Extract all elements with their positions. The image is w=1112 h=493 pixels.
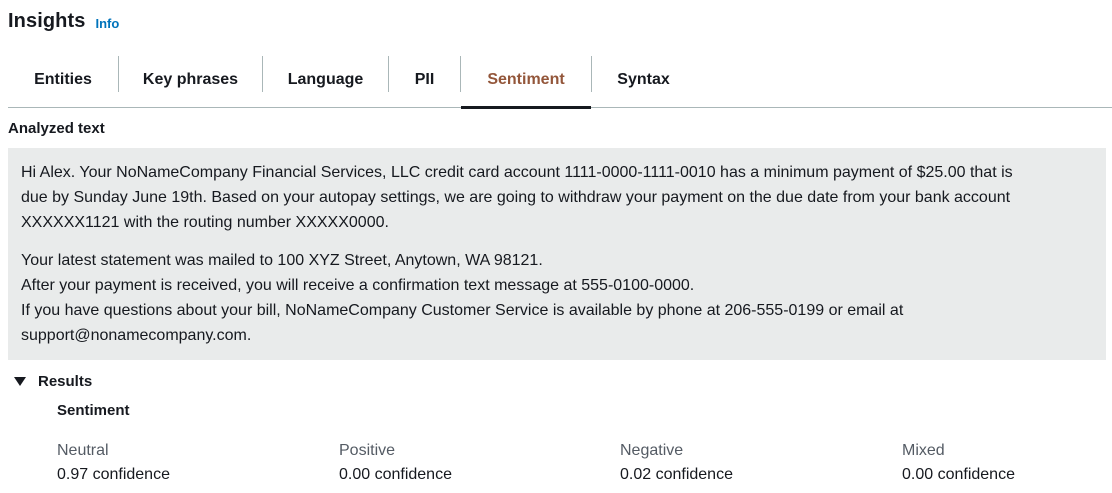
sentiment-heading: Sentiment [57,402,130,419]
caret-down-icon [14,376,26,386]
page-header: Insights Info [0,0,1112,42]
score-label: Mixed [902,442,945,459]
tab-entities[interactable]: Entities [8,52,118,108]
analyzed-line: due by Sunday June 19th. Based on your a… [21,189,1011,206]
info-link[interactable]: Info [95,16,119,31]
score-label: Negative [620,442,684,459]
tab-syntax[interactable]: Syntax [592,52,695,108]
analyzed-line: Your latest statement was mailed to 100 … [21,252,543,269]
analyzed-line: Hi Alex. Your NoNameCompany Financial Se… [21,164,1013,181]
score-label: Positive [339,442,396,459]
results-label: Results [38,372,93,390]
score-positive: Positive 0.00 confidence [339,439,579,487]
score-negative: Negative 0.02 confidence [620,439,860,487]
score-value: 0.97 confidence [57,466,170,483]
score-value: 0.00 confidence [902,466,1015,483]
score-neutral: Neutral 0.97 confidence [57,439,297,487]
analyzed-line: After your payment is received, you will… [21,277,695,294]
analyzed-line: XXXXXX1121 with the routing number XXXXX… [21,214,389,231]
tab-bar: Entities Key phrases Language PII Sentim… [8,52,1112,109]
score-value: 0.02 confidence [620,466,733,483]
analyzed-paragraph-2: Your latest statement was mailed to 100 … [21,248,1094,348]
tab-key-phrases[interactable]: Key phrases [119,52,262,108]
tab-pii[interactable]: PII [389,52,460,108]
analyzed-text-label: Analyzed text [8,120,105,137]
results-toggle[interactable]: Results [14,370,92,392]
score-mixed: Mixed 0.00 confidence [902,439,1112,487]
tab-language[interactable]: Language [263,52,388,108]
score-value: 0.00 confidence [339,466,452,483]
page-title: Insights [8,9,86,32]
insights-page: Insights Info Entities Key phrases Langu… [0,0,1112,493]
analyzed-line: If you have questions about your bill, N… [21,302,904,319]
tab-sentiment[interactable]: Sentiment [461,52,591,109]
score-label: Neutral [57,442,109,459]
analyzed-paragraph-1: Hi Alex. Your NoNameCompany Financial Se… [21,160,1094,235]
analyzed-line: support@nonamecompany.com. [21,327,252,344]
analyzed-text-box: Hi Alex. Your NoNameCompany Financial Se… [8,148,1106,360]
